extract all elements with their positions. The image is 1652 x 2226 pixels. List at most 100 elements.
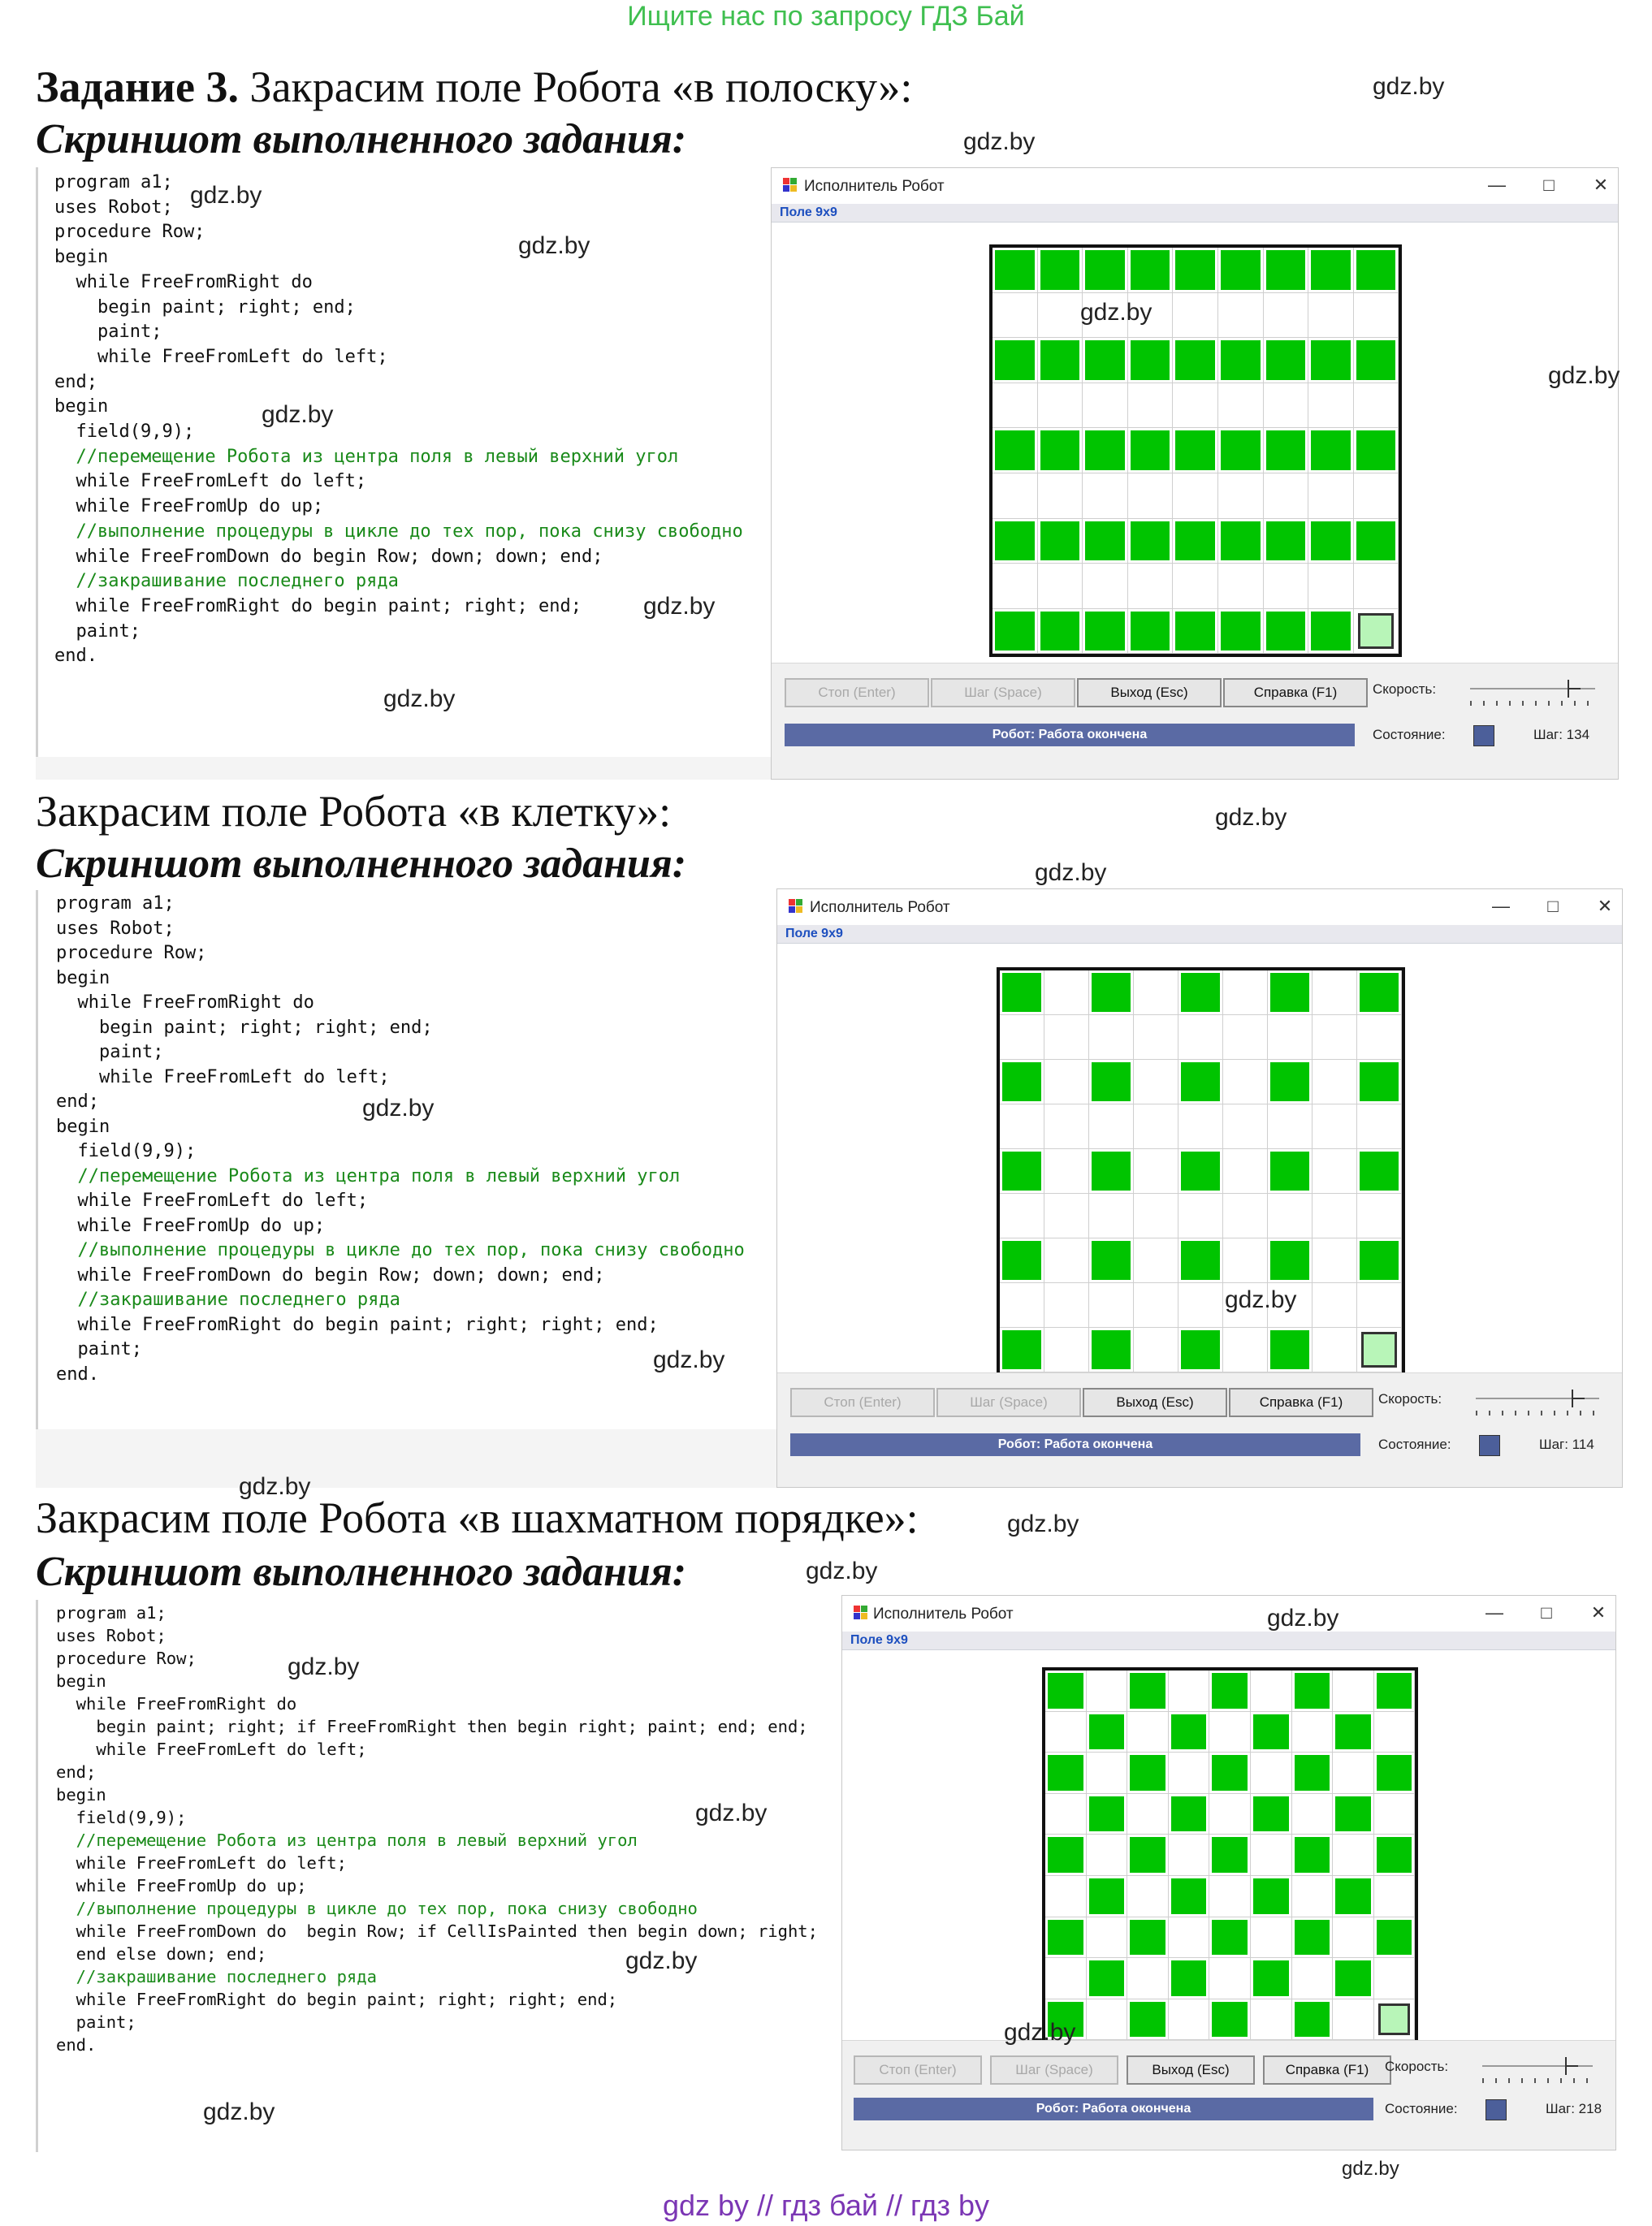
empty-cell (1357, 1104, 1402, 1149)
code-line: program a1; (56, 893, 175, 914)
window-title: Исполнитель Робот (804, 178, 945, 195)
painted-cell (1083, 248, 1128, 293)
slider-thumb[interactable] (1565, 2057, 1578, 2075)
empty-cell (1168, 1835, 1210, 1876)
watermark: gdz.by (383, 685, 456, 712)
slider-thumb[interactable] (1568, 680, 1581, 698)
painted-cell (1353, 338, 1399, 383)
minimize-icon[interactable]: — (1482, 1602, 1507, 1623)
task2-subheading: Скриншот выполненного задания: (36, 841, 687, 887)
painted-cell (1291, 1671, 1334, 1712)
speed-slider[interactable] (1476, 1390, 1599, 1417)
exit-button[interactable]: Выход (Esc) (1083, 1388, 1227, 1417)
empty-cell (1083, 473, 1128, 519)
painted-cell (1251, 1711, 1292, 1753)
painted-cell (1045, 1835, 1087, 1876)
code-comment-line: //перемещение Робота из центра поля в ле… (56, 1831, 638, 1850)
close-icon[interactable]: ✕ (1589, 175, 1613, 196)
task1-heading-text: Закрасим поле Робота «в полоску»: (239, 63, 913, 111)
step-button[interactable]: Шаг (Space) (931, 678, 1075, 707)
empty-cell (1263, 564, 1309, 609)
painted-cell (1308, 608, 1354, 655)
step-counter: Шаг: 114 (1539, 1437, 1594, 1452)
painted-cell (1178, 970, 1223, 1015)
empty-cell (1251, 1917, 1292, 1959)
maximize-icon[interactable]: □ (1534, 1602, 1559, 1623)
help-button[interactable]: Справка (F1) (1223, 678, 1368, 707)
painted-cell (1178, 1060, 1223, 1104)
empty-cell (1168, 1917, 1210, 1959)
maximize-icon[interactable]: □ (1537, 175, 1561, 196)
stop-button[interactable]: Стоп (Enter) (785, 678, 929, 707)
painted-cell (1168, 1793, 1210, 1835)
speed-slider[interactable] (1470, 680, 1595, 707)
painted-cell (1127, 1917, 1169, 1959)
robot-marker (1377, 2003, 1411, 2036)
empty-cell (1308, 473, 1354, 519)
code-line: end. (54, 646, 97, 667)
task1-subheading: Скриншот выполненного задания: (36, 116, 687, 162)
help-button[interactable]: Справка (F1) (1229, 1388, 1373, 1417)
painted-cell (1089, 970, 1134, 1015)
code-comment-line: //закрашивание последнего ряда (56, 1967, 377, 1986)
empty-cell (1353, 383, 1399, 429)
empty-cell (992, 473, 1038, 519)
slider-thumb[interactable] (1572, 1390, 1585, 1407)
app-icon-part (790, 178, 797, 184)
robot-cell (1353, 608, 1399, 655)
code-line: begin paint; right; end; (54, 296, 356, 318)
painted-cell (1291, 1835, 1334, 1876)
exit-button[interactable]: Выход (Esc) (1077, 678, 1222, 707)
painted-cell (1000, 1238, 1044, 1283)
empty-cell (1045, 1793, 1087, 1835)
painted-cell (1291, 1917, 1334, 1959)
code-line: field(9,9); (56, 1141, 197, 1161)
painted-cell (1083, 338, 1128, 383)
stop-button[interactable]: Стоп (Enter) (854, 2055, 982, 2085)
robot-grid (989, 244, 1403, 658)
watermark: gdz.by (262, 401, 334, 428)
menu-field-size[interactable]: Поле 9x9 (850, 1633, 908, 1648)
app-icon-part (796, 906, 802, 913)
menu-field-size[interactable]: Поле 9x9 (785, 927, 843, 941)
painted-cell (1178, 1149, 1223, 1194)
close-icon[interactable]: ✕ (1593, 896, 1617, 917)
code-line: procedure Row; (56, 1649, 197, 1668)
watermark: gdz.by (288, 1653, 360, 1680)
painted-cell (1037, 608, 1083, 655)
watermark: gdz.by (625, 1947, 698, 1974)
speed-slider[interactable] (1482, 2057, 1593, 2085)
minimize-icon[interactable]: — (1485, 175, 1509, 196)
app-icon-part (796, 899, 802, 906)
painted-cell (992, 608, 1038, 655)
code-line: while FreeFromRight do (54, 271, 313, 292)
empty-cell (1168, 1671, 1210, 1712)
painted-cell (1209, 1671, 1251, 1712)
watermark: gdz.by (1035, 859, 1107, 886)
close-icon[interactable]: ✕ (1586, 1602, 1611, 1623)
code-line: program a1; (54, 172, 173, 192)
painted-cell (1173, 338, 1218, 383)
painted-cell (1089, 1328, 1134, 1372)
minimize-icon[interactable]: — (1489, 896, 1513, 917)
empty-cell (1086, 1671, 1128, 1712)
painted-cell (1308, 338, 1354, 383)
code-line: while FreeFromRight do begin paint; righ… (56, 1990, 618, 2009)
footer-links: gdz by // гдз бай // гдз by (662, 2189, 990, 2222)
help-button[interactable]: Справка (F1) (1263, 2055, 1391, 2085)
painted-cell (1373, 1671, 1416, 1712)
stop-button[interactable]: Стоп (Enter) (790, 1388, 935, 1417)
exit-button[interactable]: Выход (Esc) (1127, 2055, 1255, 2085)
maximize-icon[interactable]: □ (1541, 896, 1565, 917)
painted-cell (992, 338, 1038, 383)
menu-field-size[interactable]: Поле 9x9 (780, 205, 837, 220)
step-button[interactable]: Шаг (Space) (936, 1388, 1081, 1417)
painted-cell (1218, 248, 1264, 293)
step-button[interactable]: Шаг (Space) (990, 2055, 1118, 2085)
watermark: gdz.by (1267, 1605, 1339, 1632)
empty-cell (1263, 473, 1309, 519)
task2-code: program a1; uses Robot; procedure Row; begi… (38, 890, 776, 1387)
painted-cell (1000, 1328, 1044, 1372)
code-line: while FreeFromDown do begin Row; down; d… (56, 1264, 605, 1286)
empty-cell (1086, 1999, 1128, 2041)
